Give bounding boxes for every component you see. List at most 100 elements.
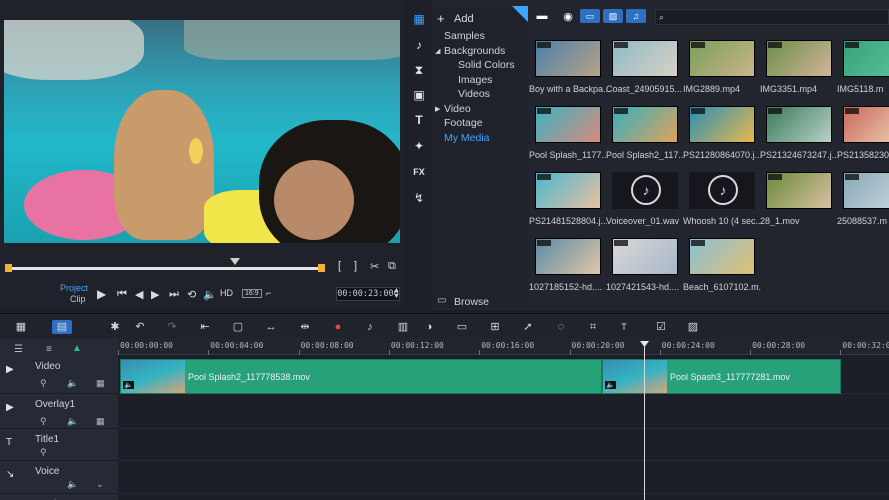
media-thumbnail[interactable] [535,40,601,77]
track-header[interactable]: T Title1 ⚲ [0,429,118,461]
prev-frame-icon[interactable]: ◀ [135,288,143,301]
stretch-icon[interactable]: ⇹ [298,320,312,334]
next-frame-icon[interactable]: ▶ [151,288,159,301]
storyboard-view-icon[interactable]: ▦ [14,320,28,334]
checklist-icon[interactable]: ☑ [654,320,668,334]
go-start-icon[interactable]: ⏮ [117,288,127,301]
undo-icon[interactable]: ↶ [133,320,147,334]
scrubber-track[interactable] [5,264,325,272]
split-clip-icon[interactable]: ✂ [370,260,379,273]
volume-icon[interactable]: 🔈 [203,288,217,301]
mark-out-icon[interactable]: ] [354,260,357,272]
preview-playhead[interactable] [230,258,240,265]
media-thumbnail[interactable] [843,40,889,77]
aspect-ratio-button[interactable]: 16:9 [242,289,262,298]
media-thumbnail[interactable] [766,40,832,77]
ripple-icon[interactable]: ▦ [96,378,105,389]
timeline-clip[interactable]: 🔈 Pool Spash3_117777281.mov [602,359,841,394]
crop-icon[interactable]: ⌐ [266,288,271,298]
project-mode-label[interactable]: Project [60,283,88,293]
redo-icon[interactable]: ↷ [165,320,179,334]
media-thumbnail[interactable] [612,106,678,143]
media-thumbnail[interactable] [535,172,601,209]
tree-item[interactable]: Images [458,74,492,86]
media-thumbnail[interactable] [535,238,601,275]
mask-icon[interactable]: ◑ [422,320,436,334]
audio-mixer-icon[interactable]: ♪ [363,320,377,334]
tree-item[interactable]: Footage [444,117,483,129]
preview-video[interactable] [4,20,400,243]
media-thumbnail[interactable] [766,106,832,143]
media-thumbnail[interactable] [535,106,601,143]
repeat-icon[interactable]: ⟲ [187,288,196,301]
title-icon[interactable]: T [411,112,427,128]
fit-icon[interactable]: ↔ [264,320,278,334]
resize-icon[interactable]: ⧉ [388,260,396,273]
hd-toggle[interactable]: HD [220,288,233,298]
tree-expand-icon[interactable]: ◢ [435,47,440,55]
search-input[interactable]: ⌕ [655,9,889,25]
tools-icon[interactable]: ✱ [108,320,122,334]
show-photo-icon[interactable]: ▧ [603,9,623,23]
timeline-view-icon[interactable]: ▤ [52,320,72,334]
track-lane[interactable] [118,394,889,429]
show-audio-icon[interactable]: ♫ [626,9,646,23]
show-video-icon[interactable]: ▭ [580,9,600,23]
tree-item[interactable]: Videos [458,88,490,100]
stabilize-icon[interactable]: ⌗ [586,320,600,334]
track-header[interactable]: ♫Music1 [0,494,118,500]
timecode-stepper[interactable]: ▲ ▼ [393,287,400,300]
mute-icon[interactable]: 🔈 [67,378,78,389]
trim-end-handle[interactable] [318,264,325,272]
motion-icon[interactable]: ➚ [521,320,535,334]
transition-icon[interactable]: ⧗ [411,62,427,78]
record-voice-icon[interactable]: ● [331,320,345,334]
tree-item[interactable]: Samples [444,30,485,42]
template-icon[interactable]: ▣ [411,87,427,103]
play-icon[interactable]: ▶ [97,287,106,301]
split-screen-icon[interactable]: ⊞ [488,320,502,334]
media-thumbnail[interactable] [843,106,889,143]
chevron-down-icon[interactable]: ⌄ [96,479,104,490]
cut-edit-icon[interactable]: ▨ [686,320,700,334]
instant-project-icon[interactable]: ♪ [411,37,427,53]
record-icon[interactable]: ◉ [558,9,578,23]
path-icon[interactable]: ↯ [411,190,427,206]
tree-item[interactable]: Video [444,103,471,115]
graphics-icon[interactable]: ✦ [411,138,427,154]
media-thumbnail[interactable] [612,238,678,275]
timecode-display[interactable]: 00:00:23:006 [336,287,400,301]
ripple-icon[interactable]: ▦ [96,416,105,427]
clip-mode-label[interactable]: Clip [70,294,86,304]
track-lane[interactable] [118,461,889,494]
add-marker-icon[interactable]: ▲ [72,343,82,354]
link-icon[interactable]: ⚲ [40,447,47,458]
media-thumbnail[interactable] [689,106,755,143]
add-icon[interactable]: + [437,11,445,26]
media-thumbnail[interactable] [766,172,832,209]
tree-expand-icon[interactable]: ▶ [435,105,440,113]
track-lane[interactable] [118,494,889,500]
speed-icon[interactable]: ◌ [554,320,568,334]
media-thumbnail[interactable]: ♪ [612,172,678,209]
track-header[interactable]: ▶ Overlay1 ⚲ 🔈 ▦ [0,394,118,429]
tree-item[interactable]: Solid Colors [458,59,515,71]
track-lane[interactable] [118,429,889,461]
go-end-icon[interactable]: ⏭ [169,288,179,301]
browse-button[interactable]: Browse [454,296,489,308]
media-thumbnail[interactable] [689,238,755,275]
mute-icon[interactable]: 🔈 [67,416,78,427]
media-thumbnail[interactable]: ♪ [689,172,755,209]
add-button[interactable]: Add [454,13,474,25]
track-manager-icon[interactable]: ☰ [14,344,23,355]
media-thumbnail[interactable] [689,40,755,77]
browse-icon[interactable]: ▭ [437,295,446,306]
mute-icon[interactable]: 🔈 [67,479,78,490]
media-icon[interactable]: ▦ [411,11,427,27]
timeline-ruler[interactable]: 00:00:00:00 00:00:04:00 00:00:08:00 00:00:1… [118,339,889,355]
link-icon[interactable]: ⚲ [40,378,47,389]
track-header[interactable]: ↘ Voice 🔈 ⌄ [0,461,118,494]
trim-start-handle[interactable] [5,264,12,272]
track-lane[interactable]: 🔈 Pool Splash2_117778538.mov 🔈 Pool Spash3_… [118,356,889,394]
media-thumbnail[interactable] [612,40,678,77]
